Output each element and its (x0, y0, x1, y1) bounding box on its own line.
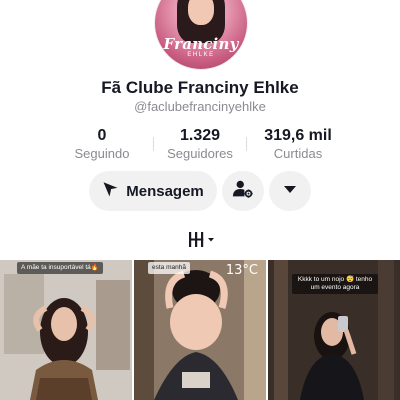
user-settings-button[interactable] (222, 171, 264, 211)
video-caption: Kkkk to um nojo 😴 tenho um evento agora (292, 274, 378, 294)
profile-stats: 0 Seguindo 1.329 Seguidores 319,6 mil Cu… (0, 126, 400, 166)
video-thumbnail[interactable]: Kkkk to um nojo 😴 tenho um evento agora (268, 260, 400, 400)
stat-divider (153, 137, 154, 151)
avatar-image: Franciny EHLKE (154, 0, 248, 70)
video-thumbnail[interactable]: esta manhã 13°C (134, 260, 266, 400)
profile-avatar[interactable]: Franciny EHLKE (154, 0, 248, 70)
video-thumbnail[interactable]: A mãe ta insuportável tá🔥 (0, 260, 132, 400)
stat-followers[interactable]: 1.329 Seguidores (145, 126, 255, 162)
profile-handle: @faclubefrancinyehlke (134, 99, 266, 114)
video-caption: A mãe ta insuportável tá🔥 (17, 262, 103, 274)
profile-tabs (0, 228, 400, 252)
more-options-button[interactable] (269, 171, 311, 211)
chevron-down-icon (283, 182, 297, 200)
videos-grid-icon (186, 232, 218, 254)
stat-followers-value: 1.329 (179, 127, 221, 144)
stat-following-value: 0 (97, 127, 107, 144)
stat-divider (246, 137, 247, 151)
user-settings-icon (232, 178, 254, 205)
message-button[interactable]: Mensagem (89, 171, 217, 211)
avatar-brand-text: Franciny (163, 35, 239, 53)
stat-likes-label: Curtidas (273, 146, 323, 161)
stat-likes[interactable]: 319,6 mil Curtidas (243, 126, 353, 162)
video-scene (134, 260, 266, 400)
stat-likes-value: 319,6 mil (264, 127, 332, 144)
profile-name: Fã Clube Franciny Ehlke (101, 78, 299, 97)
send-icon (102, 180, 120, 203)
tab-videos[interactable] (186, 230, 218, 250)
avatar-brand-subtext: EHLKE (187, 52, 215, 58)
stat-following[interactable]: 0 Seguindo (47, 126, 157, 162)
message-button-label: Mensagem (126, 182, 204, 200)
stat-followers-label: Seguidores (167, 146, 233, 161)
stat-following-label: Seguindo (74, 146, 130, 161)
video-caption: esta manhã (148, 262, 190, 274)
video-grid: A mãe ta insuportável tá🔥 esta manhã 13°… (0, 260, 400, 400)
video-scene (0, 260, 132, 400)
temperature-sticker: 13°C (225, 263, 258, 278)
avatar-face (188, 0, 214, 25)
